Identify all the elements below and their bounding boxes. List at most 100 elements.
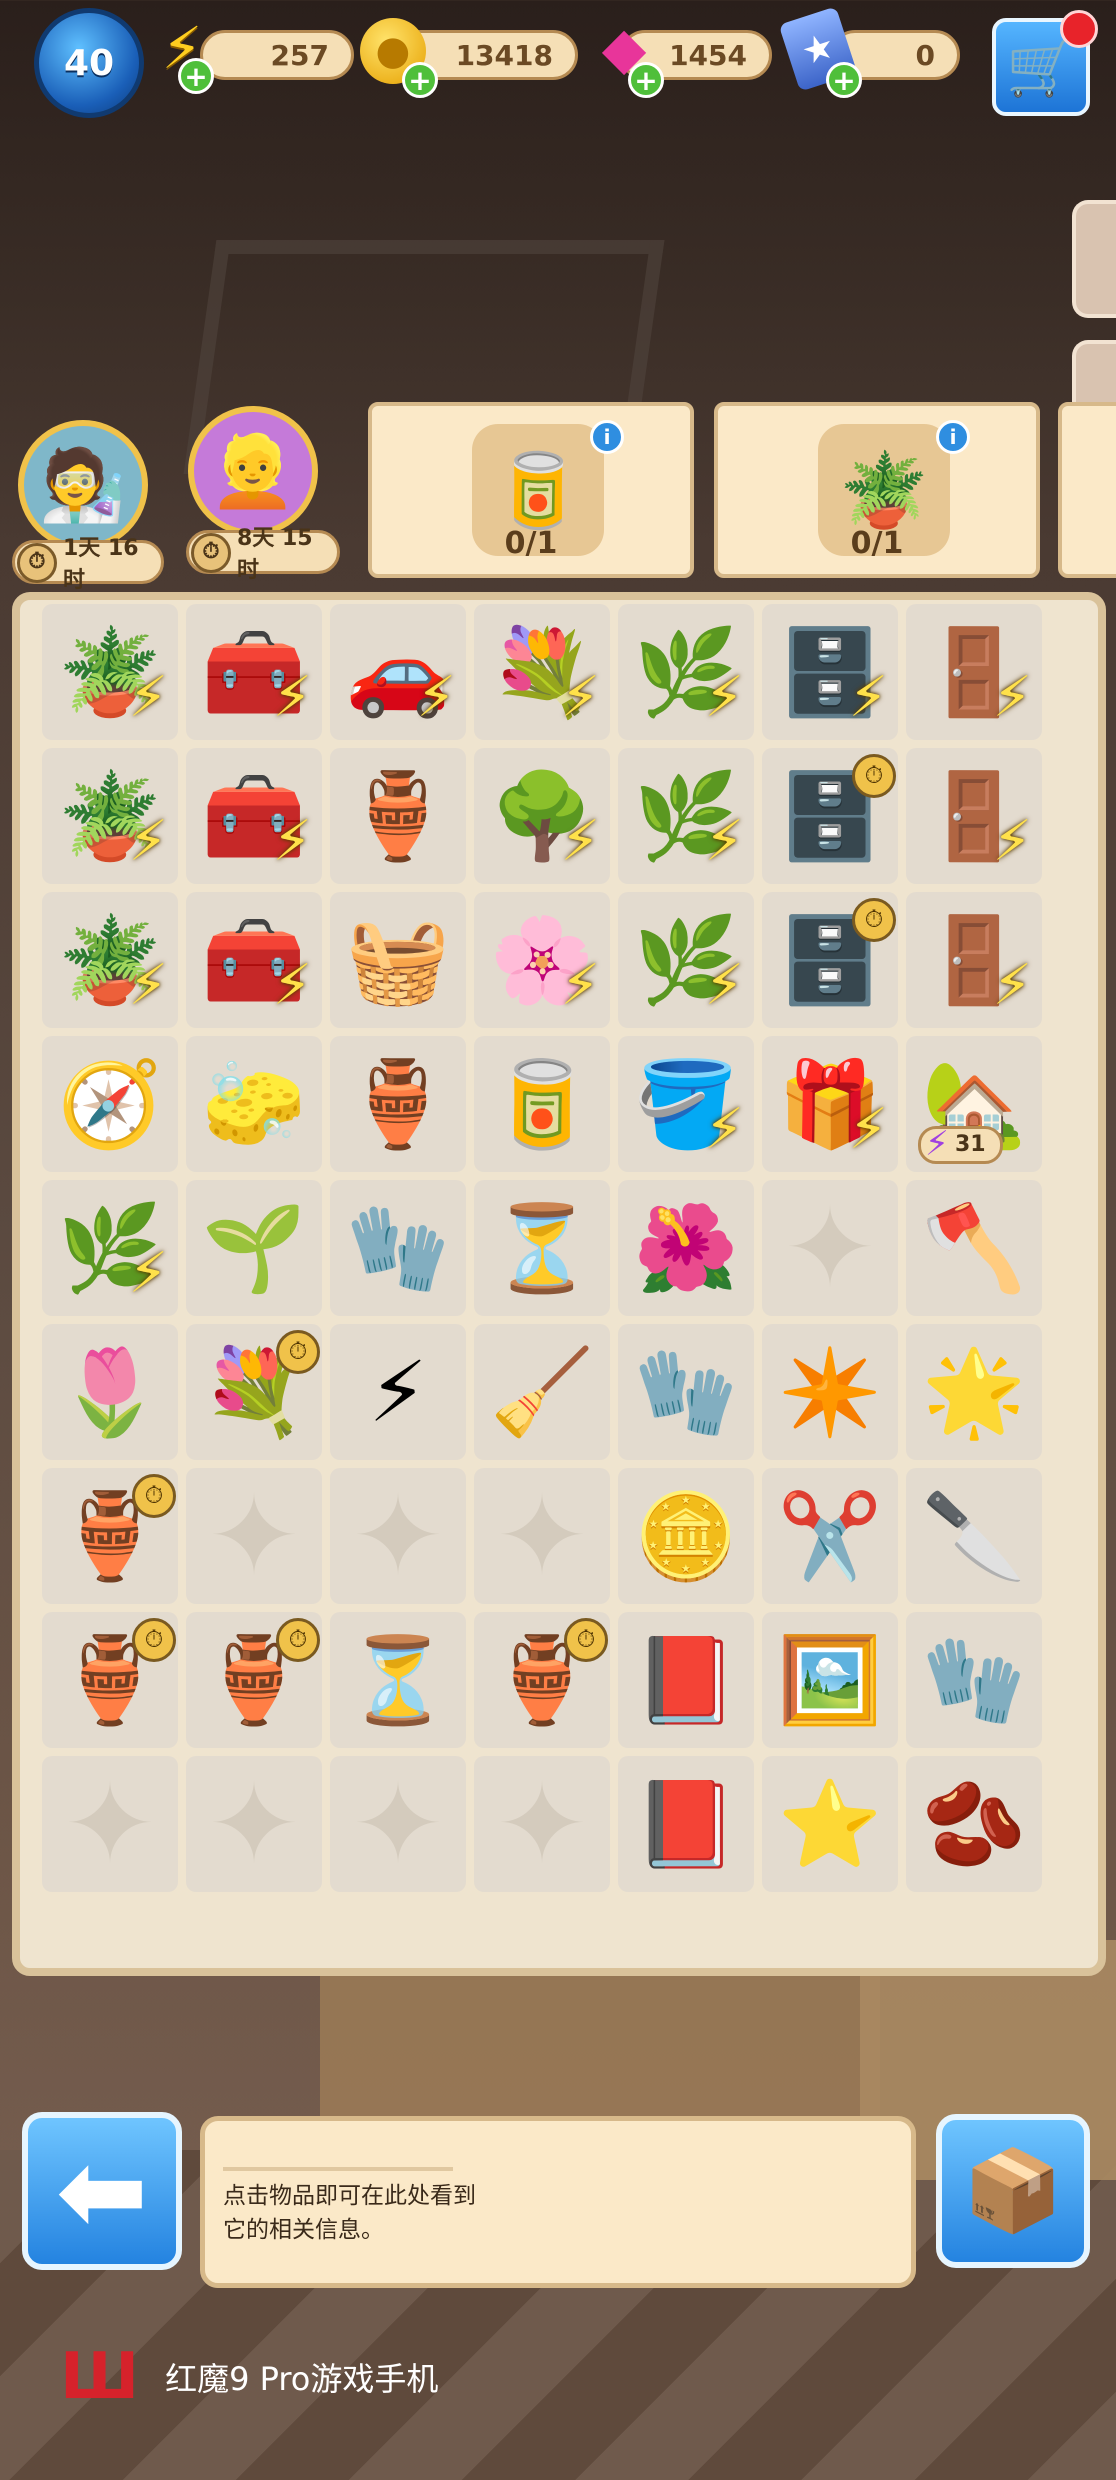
board-item-r0-c0[interactable]: 🪴 ⚡: [42, 604, 178, 740]
board-item-r3-c3[interactable]: 🥫: [474, 1036, 610, 1172]
board-item-r0-c3[interactable]: 💐 ⚡: [474, 604, 610, 740]
order-card-1[interactable]: 🥫 i 0/1: [368, 402, 694, 578]
board-item-r5-c1[interactable]: 💐 ⏱: [186, 1324, 322, 1460]
side-tab-event-1[interactable]: [1072, 200, 1116, 318]
board-item-r6-c6[interactable]: 🔪: [906, 1468, 1042, 1604]
board-item-r6-c0[interactable]: 🏺 ⏱: [42, 1468, 178, 1604]
arrow-left-icon: ⬅: [55, 2127, 149, 2255]
board-item-r3-c5[interactable]: 🎁 ⚡: [762, 1036, 898, 1172]
board-item-r4-c2[interactable]: 🧤: [330, 1180, 466, 1316]
board-item-r2-c2[interactable]: 🧺: [330, 892, 466, 1028]
board-item-r2-c1[interactable]: 🧰 ⚡: [186, 892, 322, 1028]
board-item-r3-c4[interactable]: 🪣 ⚡: [618, 1036, 754, 1172]
board-item-r0-c5[interactable]: 🗄️ ⚡: [762, 604, 898, 740]
board-item-r1-c6[interactable]: 🚪 ⚡: [906, 748, 1042, 884]
stopwatch-icon: ⏱: [852, 754, 896, 798]
energy-bolt-icon: ⚡: [560, 665, 600, 730]
info-icon[interactable]: i: [590, 420, 624, 454]
board-item-r6-c4[interactable]: 🪙: [618, 1468, 754, 1604]
board-item-icon: ✴️: [777, 1343, 883, 1441]
board-item-r3-c1[interactable]: 🧽: [186, 1036, 322, 1172]
board-item-r7-c6[interactable]: 🧤: [906, 1612, 1042, 1748]
top-bar: 40 257 ⚡ + 13418 ● + 1454 ◆ + 0 ★ + 🛒: [0, 0, 1116, 118]
board-item-r7-c4[interactable]: 📕: [618, 1612, 754, 1748]
board-item-r8-c6[interactable]: 🫘: [906, 1756, 1042, 1892]
cards-value: 0: [915, 38, 935, 72]
board-item-icon: 🪙: [633, 1487, 739, 1585]
board-item-icon: 🏺: [345, 767, 451, 865]
board-item-r1-c1[interactable]: 🧰 ⚡: [186, 748, 322, 884]
board-item-r8-c4[interactable]: 📕: [618, 1756, 754, 1892]
character-timer-2-text: 8天 15时: [237, 526, 313, 583]
board-item-r7-c3[interactable]: 🏺 ⏱: [474, 1612, 610, 1748]
board-item-r7-c1[interactable]: 🏺 ⏱: [186, 1612, 322, 1748]
board-item-r5-c6[interactable]: 🌟: [906, 1324, 1042, 1460]
clock-icon: ⏱: [191, 533, 231, 573]
board-item-r7-c0[interactable]: 🏺 ⏱: [42, 1612, 178, 1748]
back-button[interactable]: ⬅: [22, 2112, 182, 2270]
board-item-r1-c3[interactable]: 🌳 ⚡: [474, 748, 610, 884]
board-empty-cell: [474, 1468, 610, 1604]
character-avatar-2[interactable]: 👱: [188, 406, 318, 536]
order-card-3-partial[interactable]: [1058, 402, 1116, 578]
board-item-r7-c5[interactable]: 🖼️: [762, 1612, 898, 1748]
board-item-r2-c6[interactable]: 🚪 ⚡: [906, 892, 1042, 1028]
board-item-icon: 🧽: [201, 1055, 307, 1153]
inventory-box-button[interactable]: 📦: [936, 2114, 1090, 2268]
board-item-r4-c3[interactable]: ⏳: [474, 1180, 610, 1316]
level-badge[interactable]: 40: [34, 8, 144, 118]
board-item-r7-c2[interactable]: ⏳: [330, 1612, 466, 1748]
add-energy-button[interactable]: +: [178, 58, 214, 94]
board-item-r0-c2[interactable]: 🚗 ⚡: [330, 604, 466, 740]
board-item-r5-c0[interactable]: 🌷: [42, 1324, 178, 1460]
board-item-r5-c2[interactable]: ⚡: [330, 1324, 466, 1460]
character-timer-1: ⏱ 1天 16时: [12, 536, 164, 593]
board-item-icon: 🏺: [345, 1055, 451, 1153]
board-item-r4-c6[interactable]: 🪓: [906, 1180, 1042, 1316]
board-item-r1-c5[interactable]: 🗄️ ⏱: [762, 748, 898, 884]
energy-bolt-icon: ⚡: [704, 809, 744, 874]
energy-bolt-icon: ⚡: [848, 665, 888, 730]
energy-bolt-icon: ⚡: [560, 809, 600, 874]
board-item-r2-c0[interactable]: 🪴 ⚡: [42, 892, 178, 1028]
explorer-icon: 🧑‍🔬: [39, 443, 127, 526]
energy-bolt-icon: ⚡: [704, 953, 744, 1018]
add-gems-button[interactable]: +: [628, 62, 664, 98]
energy-bolt-icon: ⚡: [128, 809, 168, 874]
board-item-r6-c5[interactable]: ✂️: [762, 1468, 898, 1604]
redmagic-logo-icon: Ш: [60, 2340, 140, 2414]
board-item-icon: 🧤: [633, 1343, 739, 1441]
add-cards-button[interactable]: +: [826, 62, 862, 98]
order-count-1: 0/1: [504, 526, 558, 561]
board-item-r8-c5[interactable]: ⭐: [762, 1756, 898, 1892]
board-item-r5-c5[interactable]: ✴️: [762, 1324, 898, 1460]
info-icon[interactable]: i: [936, 420, 970, 454]
board-item-r3-c6[interactable]: 🏡 ⚡ 31: [906, 1036, 1042, 1172]
board-item-r4-c0[interactable]: 🌿 ⚡: [42, 1180, 178, 1316]
board-item-r1-c0[interactable]: 🪴 ⚡: [42, 748, 178, 884]
stopwatch-icon: ⏱: [132, 1618, 176, 1662]
board-item-icon: 🌟: [921, 1343, 1027, 1441]
board-item-r2-c3[interactable]: 🌸 ⚡: [474, 892, 610, 1028]
board-item-r3-c0[interactable]: 🧭: [42, 1036, 178, 1172]
device-watermark: Ш 红魔9 Pro游戏手机: [60, 2340, 438, 2414]
add-coins-button[interactable]: +: [402, 62, 438, 98]
board-item-r4-c4[interactable]: 🌺: [618, 1180, 754, 1316]
board-item-r0-c6[interactable]: 🚪 ⚡: [906, 604, 1042, 740]
order-card-2[interactable]: 🪴 i 0/1: [714, 402, 1040, 578]
energy-value: 257: [270, 38, 329, 72]
board-item-r3-c2[interactable]: 🏺: [330, 1036, 466, 1172]
board-item-icon: ⚡: [368, 1343, 428, 1441]
board-item-r4-c1[interactable]: 🌱: [186, 1180, 322, 1316]
board-item-r2-c4[interactable]: 🌿 ⚡: [618, 892, 754, 1028]
info-divider: [223, 2167, 453, 2171]
board-item-r0-c4[interactable]: 🌿 ⚡: [618, 604, 754, 740]
character-timer-1-text: 1天 16时: [63, 536, 139, 593]
energy-counter[interactable]: 257: [200, 30, 354, 80]
board-item-r1-c2[interactable]: 🏺: [330, 748, 466, 884]
board-item-r0-c1[interactable]: 🧰 ⚡: [186, 604, 322, 740]
board-item-r1-c4[interactable]: 🌿 ⚡: [618, 748, 754, 884]
board-item-r5-c3[interactable]: 🧹: [474, 1324, 610, 1460]
board-item-r2-c5[interactable]: 🗄️ ⏱: [762, 892, 898, 1028]
board-item-r5-c4[interactable]: 🧤: [618, 1324, 754, 1460]
